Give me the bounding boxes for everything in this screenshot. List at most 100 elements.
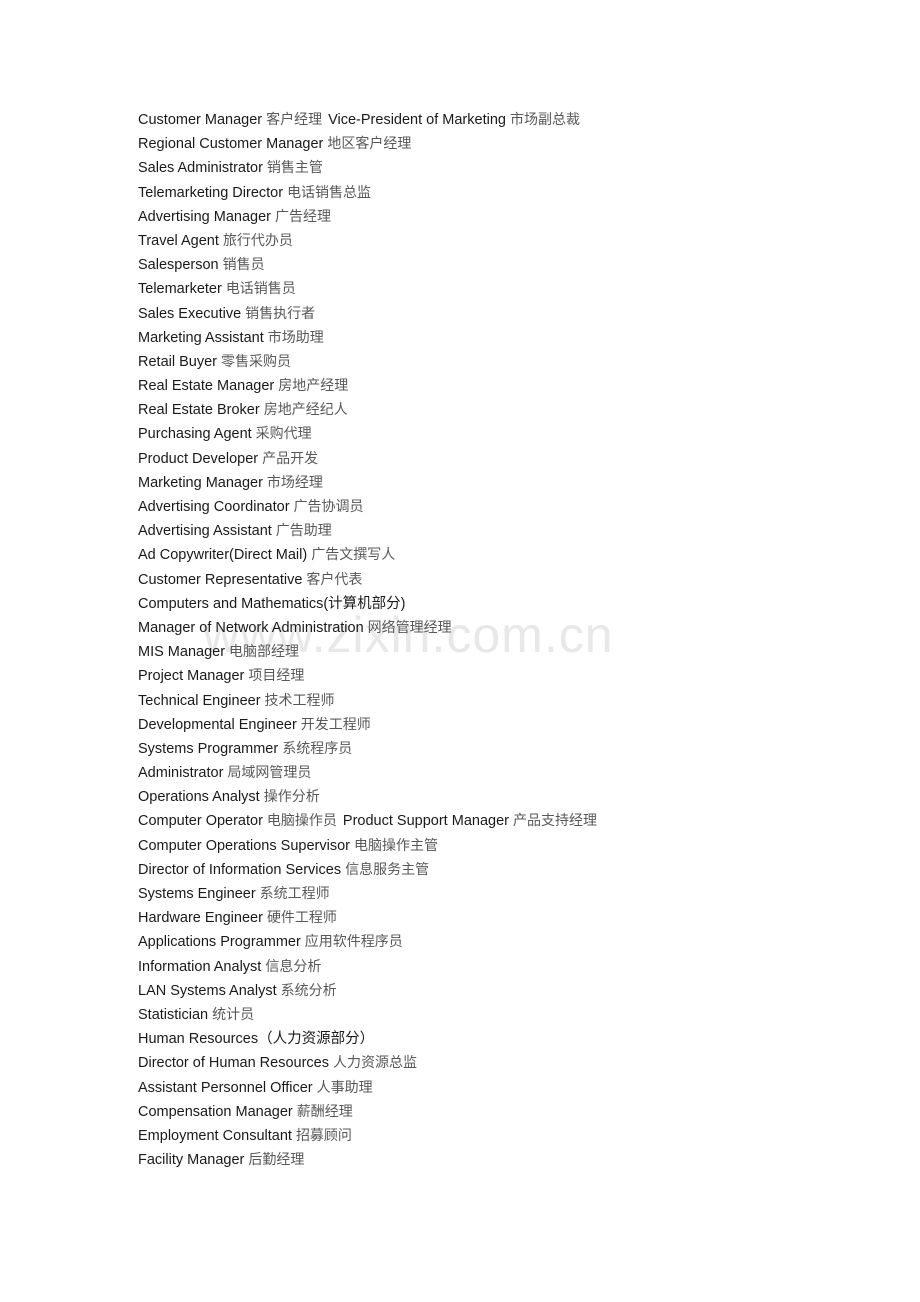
glossary-line: LAN Systems Analyst 系统分析 [138, 979, 838, 1003]
term-chinese: 旅行代办员 [222, 232, 293, 249]
term-chinese: 销售主管 [266, 160, 323, 177]
term-chinese: 人事助理 [316, 1079, 373, 1096]
glossary-line: Computer Operations Supervisor 电脑操作主管 [138, 834, 838, 858]
term-english: Technical Engineer [138, 692, 261, 709]
glossary-line: Ad Copywriter(Direct Mail) 广告文撰写人 [138, 543, 838, 567]
term-chinese: 电话销售员 [225, 281, 296, 298]
glossary-line: Administrator 局域网管理员 [138, 761, 838, 785]
term-english: Systems Engineer [138, 886, 256, 902]
glossary-line: Regional Customer Manager 地区客户经理 [138, 132, 838, 156]
glossary-line: Advertising Manager 广告经理 [138, 205, 838, 229]
term-chinese: 信息服务主管 [345, 861, 430, 878]
term-chinese: 电话销售总监 [287, 184, 372, 201]
term-english: Ad Copywriter(Direct Mail) [138, 547, 308, 564]
term-english: Hardware Engineer [138, 910, 263, 927]
glossary-line: Information Analyst 信息分析 [138, 955, 838, 979]
term-chinese-secondary: 市场副总裁 [509, 112, 580, 128]
glossary-line: Sales Administrator 销售主管 [138, 156, 838, 180]
glossary-line: Marketing Assistant 市场助理 [138, 326, 838, 350]
term-chinese: 技术工程师 [264, 692, 335, 709]
term-english: Operations Analyst [138, 789, 260, 806]
term-chinese: 信息分析 [265, 958, 322, 975]
term-english: Travel Agent [138, 232, 219, 249]
term-chinese: 统计员 [212, 1006, 255, 1023]
term-chinese: 采购代理 [255, 426, 312, 443]
glossary-line: Hardware Engineer 硬件工程师 [138, 906, 838, 930]
term-chinese: 网络管理经理 [367, 619, 452, 636]
glossary-line: Project Manager 项目经理 [138, 664, 838, 688]
term-english: Human Resources（人力资源部分） [138, 1031, 375, 1048]
glossary-line: Technical Engineer 技术工程师 [138, 689, 838, 713]
glossary-list: Customer Manager 客户经理 Vice-President of Ma… [138, 108, 838, 1172]
term-chinese-secondary: 产品支持经理 [512, 813, 597, 830]
term-english: Customer Representative [138, 571, 303, 588]
term-english-secondary: Vice-President of Marketing [328, 112, 506, 128]
term-english: Information Analyst [138, 958, 262, 975]
glossary-line: Real Estate Broker 房地产经纪人 [138, 398, 838, 422]
glossary-line: Telemarketer 电话销售员 [138, 277, 838, 301]
term-chinese: 项目经理 [248, 668, 305, 685]
term-english: Computer Operations Supervisor [138, 837, 350, 854]
glossary-line: Telemarketing Director 电话销售总监 [138, 181, 838, 205]
term-english: Real Estate Manager [138, 378, 275, 395]
term-english: Systems Programmer [138, 740, 279, 757]
term-english: Facility Manager [138, 1152, 245, 1169]
term-chinese: 操作分析 [263, 789, 320, 806]
term-english: Regional Customer Manager [138, 136, 324, 153]
term-english: Product Developer [138, 450, 259, 467]
glossary-line: Travel Agent 旅行代办员 [138, 229, 838, 253]
glossary-line: Retail Buyer 零售采购员 [138, 350, 838, 374]
term-english: Purchasing Agent [138, 426, 252, 443]
term-chinese: 电脑部经理 [229, 644, 300, 661]
glossary-line: Manager of Network Administration 网络管理经理 [138, 616, 838, 640]
term-english: Customer Manager [138, 112, 263, 128]
term-english: MIS Manager [138, 644, 226, 661]
term-english: Telemarketer [138, 281, 222, 298]
term-english: Telemarketing Director [138, 184, 284, 201]
glossary-line: Advertising Assistant 广告助理 [138, 519, 838, 543]
term-chinese: 销售员 [222, 257, 265, 274]
term-english: Project Manager [138, 668, 245, 685]
term-english: Advertising Coordinator [138, 499, 290, 515]
glossary-line: Product Developer 产品开发 [138, 447, 838, 471]
term-english: Retail Buyer [138, 353, 217, 370]
term-english: Applications Programmer [138, 934, 301, 951]
glossary-line: Real Estate Manager 房地产经理 [138, 374, 838, 398]
glossary-line: Operations Analyst 操作分析 [138, 785, 838, 809]
glossary-line: Human Resources（人力资源部分） [138, 1027, 838, 1051]
term-chinese: 客户经理 [266, 112, 323, 128]
glossary-line: Advertising Coordinator 广告协调员 [138, 495, 838, 519]
term-chinese: 房地产经理 [278, 378, 349, 395]
term-english: Administrator [138, 765, 224, 782]
glossary-line: Assistant Personnel Officer 人事助理 [138, 1076, 838, 1100]
term-english: Sales Administrator [138, 160, 263, 177]
term-chinese: 系统分析 [280, 982, 337, 999]
document-page: www.zixin.com.cn Customer Manager 客户经理 Vic… [0, 0, 920, 1302]
term-chinese: 招募顾问 [295, 1127, 352, 1144]
term-english: Salesperson [138, 257, 219, 274]
term-chinese: 系统程序员 [282, 740, 353, 757]
term-english: Manager of Network Administration [138, 619, 364, 636]
glossary-line: Compensation Manager 薪酬经理 [138, 1100, 838, 1124]
glossary-line: Statistician 统计员 [138, 1003, 838, 1027]
term-chinese: 后勤经理 [248, 1152, 305, 1169]
glossary-line: Customer Representative 客户代表 [138, 568, 838, 592]
glossary-line: Customer Manager 客户经理 Vice-President of Ma… [138, 108, 838, 132]
term-chinese: 房地产经纪人 [263, 402, 348, 419]
term-chinese: 局域网管理员 [227, 765, 312, 782]
term-english: Computers and Mathematics(计算机部分) [138, 595, 406, 612]
glossary-line: Applications Programmer 应用软件程序员 [138, 930, 838, 954]
term-chinese: 人力资源总监 [333, 1055, 417, 1072]
term-chinese: 应用软件程序员 [304, 934, 403, 951]
term-chinese: 薪酬经理 [296, 1103, 353, 1120]
glossary-line: Computer Operator 电脑操作员 Product Support Ma… [138, 809, 838, 833]
term-chinese: 广告协调员 [293, 499, 364, 515]
term-chinese: 开发工程师 [300, 716, 371, 733]
term-english: Director of Human Resources [138, 1055, 329, 1072]
term-chinese: 客户代表 [306, 571, 363, 588]
glossary-line: Director of Information Services 信息服务主管 [138, 858, 838, 882]
term-english: Statistician [138, 1006, 209, 1023]
term-chinese: 广告文撰写人 [311, 547, 396, 564]
term-chinese: 电脑操作员 [266, 813, 337, 830]
term-chinese: 市场经理 [266, 474, 323, 491]
